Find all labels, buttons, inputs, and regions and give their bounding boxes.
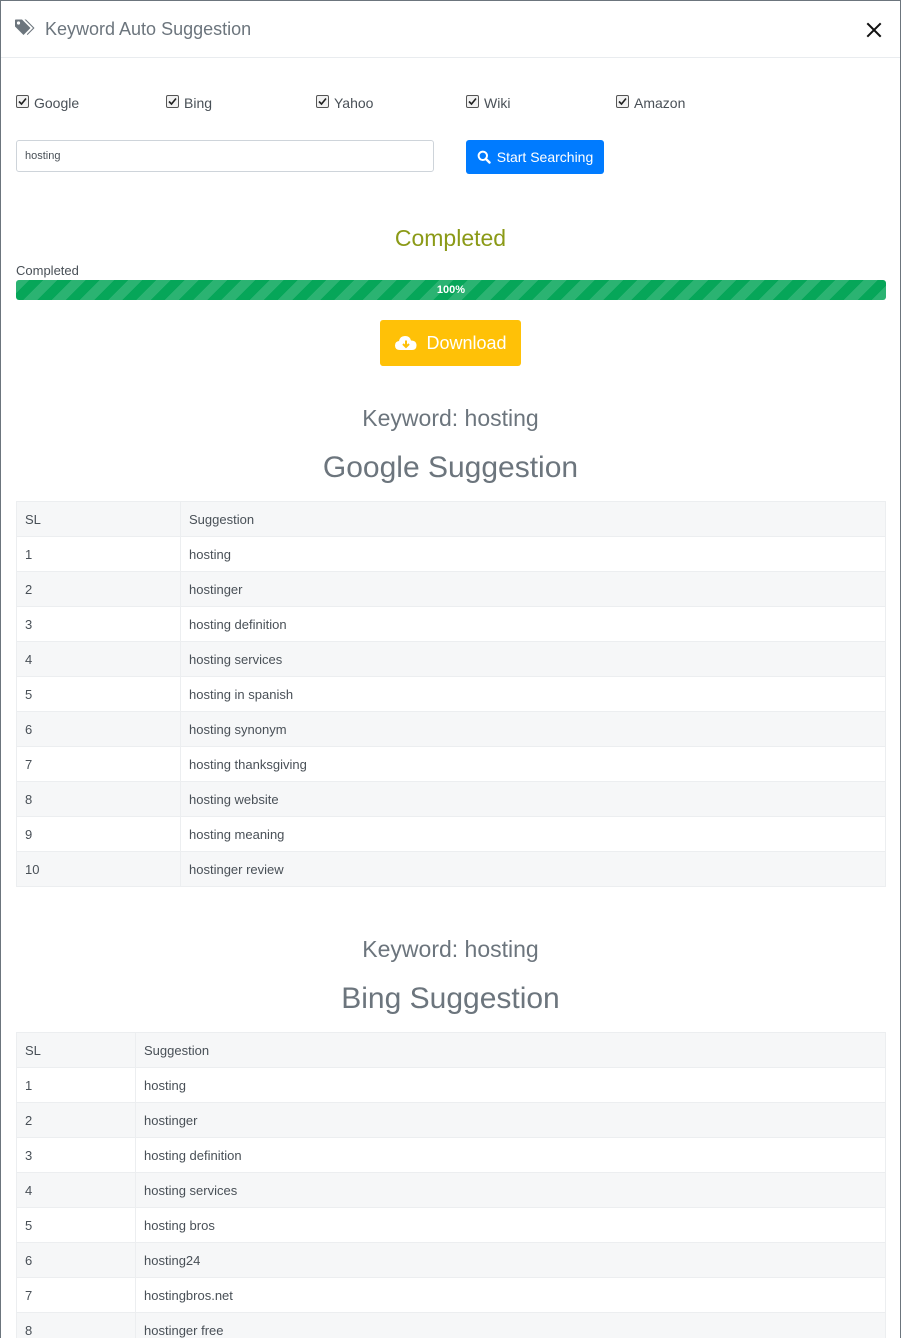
sl-cell: 1 [16, 1067, 136, 1103]
sl-cell: 8 [16, 781, 181, 817]
sl-cell: 2 [16, 1102, 136, 1138]
engine-label: Bing [184, 95, 213, 111]
sl-cell: 6 [16, 1242, 136, 1278]
table-row: 3 hosting definition [16, 606, 886, 642]
close-icon[interactable] [865, 21, 883, 39]
engine-label: Wiki [484, 95, 511, 111]
progress-bar: 100% [16, 280, 886, 300]
table-row: 7 hostingbros.net [16, 1277, 886, 1313]
sl-cell: 1 [16, 536, 181, 572]
progress-label: Completed [16, 263, 79, 278]
table-row: 2 hostinger [16, 1102, 886, 1138]
table-row: 7 hosting thanksgiving [16, 746, 886, 782]
google-keyword-heading: Keyword: hosting [362, 405, 539, 431]
engine-option-bing[interactable]: Bing [166, 94, 213, 111]
sl-cell: 8 [16, 1312, 136, 1338]
column-header-suggestion: Suggestion [135, 1032, 886, 1068]
checkbox-bing[interactable] [166, 94, 179, 108]
column-header-sl: SL [16, 1032, 136, 1068]
suggestion-cell: hosting thanksgiving [180, 746, 886, 782]
column-header-sl: SL [16, 501, 181, 537]
table-row: 4 hosting services [16, 1172, 886, 1208]
bing-suggestion-table: SL Suggestion 1 hosting 2 hostinger 3 hosti… [16, 1032, 886, 1338]
start-searching-button[interactable]: Start Searching [466, 140, 604, 174]
checkbox-amazon[interactable] [616, 94, 629, 108]
status-heading: Completed [394, 225, 507, 251]
sl-cell: 4 [16, 1172, 136, 1208]
checkbox-google[interactable] [16, 94, 29, 108]
google-suggestion-table: SL Suggestion 1 hosting 2 hostinger 3 hosti… [16, 501, 886, 887]
engine-label: Google [34, 95, 80, 111]
suggestion-cell: hosting24 [135, 1242, 886, 1278]
suggestion-cell: hosting meaning [180, 816, 886, 852]
progress-track: 100% [16, 280, 886, 300]
suggestion-cell: hosting [135, 1067, 886, 1103]
table-row: 5 hosting in spanish [16, 676, 886, 712]
sl-cell: 5 [16, 676, 181, 712]
table-row: 8 hostinger free [16, 1312, 886, 1338]
suggestion-cell: hostinger free [135, 1312, 886, 1338]
download-button[interactable]: Download [380, 320, 521, 366]
modal-header: Keyword Auto Suggestion [1, 1, 900, 58]
suggestion-cell: hosting bros [135, 1207, 886, 1243]
tags-icon [15, 19, 35, 35]
table-row: 8 hosting website [16, 781, 886, 817]
progress-text: 100% [436, 284, 466, 296]
suggestion-cell: hosting [180, 536, 886, 572]
cloud-download-icon [395, 336, 417, 350]
table-row: 3 hosting definition [16, 1137, 886, 1173]
table-row: 1 hosting [16, 1067, 886, 1103]
suggestion-cell: hosting in spanish [180, 676, 886, 712]
sl-cell: 5 [16, 1207, 136, 1243]
sl-cell: 7 [16, 1277, 136, 1313]
engine-option-google[interactable]: Google [16, 94, 80, 111]
suggestion-cell: hosting services [135, 1172, 886, 1208]
engine-label: Amazon [634, 95, 686, 111]
suggestion-cell: hostingbros.net [135, 1277, 886, 1313]
table-header-row: SL Suggestion [16, 1032, 886, 1068]
table-header-row: SL Suggestion [16, 501, 886, 537]
download-label: Download [426, 332, 507, 353]
suggestion-cell: hostinger [135, 1102, 886, 1138]
suggestion-cell: hostinger [180, 571, 886, 607]
suggestion-cell: hosting services [180, 641, 886, 677]
sl-cell: 3 [16, 1137, 136, 1173]
engine-option-wiki[interactable]: Wiki [466, 94, 511, 111]
sl-cell: 9 [16, 816, 181, 852]
modal: Keyword Auto Suggestion Google Bing Yaho… [0, 0, 901, 1338]
sl-cell: 4 [16, 641, 181, 677]
table-row: 1 hosting [16, 536, 886, 572]
table-row: 9 hosting meaning [16, 816, 886, 852]
table-row: 6 hosting synonym [16, 711, 886, 747]
suggestion-cell: hosting definition [180, 606, 886, 642]
engine-option-yahoo[interactable]: Yahoo [316, 94, 374, 111]
sl-cell: 6 [16, 711, 181, 747]
suggestion-cell: hosting synonym [180, 711, 886, 747]
sl-cell: 2 [16, 571, 181, 607]
suggestion-cell: hosting website [180, 781, 886, 817]
keyword-input[interactable] [16, 140, 434, 172]
column-header-suggestion: Suggestion [180, 501, 886, 537]
google-section-title: Google Suggestion [322, 451, 579, 484]
sl-cell: 7 [16, 746, 181, 782]
table-row: 4 hosting services [16, 641, 886, 677]
checkbox-yahoo[interactable] [316, 94, 329, 108]
table-row: 2 hostinger [16, 571, 886, 607]
table-row: 10 hostinger review [16, 851, 886, 887]
suggestion-cell: hostinger review [180, 851, 886, 887]
search-icon [477, 150, 491, 164]
table-row: 6 hosting24 [16, 1242, 886, 1278]
checkbox-wiki[interactable] [466, 94, 479, 108]
bing-section-title: Bing Suggestion [341, 982, 560, 1015]
sl-cell: 3 [16, 606, 181, 642]
start-searching-label: Start Searching [496, 149, 594, 165]
sl-cell: 10 [16, 851, 181, 887]
table-row: 5 hosting bros [16, 1207, 886, 1243]
suggestion-cell: hosting definition [135, 1137, 886, 1173]
modal-title: Keyword Auto Suggestion [45, 19, 252, 39]
engine-checkbox-row: Google Bing Yahoo Wiki Amazon [1, 94, 900, 115]
bing-keyword-heading: Keyword: hosting [362, 936, 539, 962]
engine-option-amazon[interactable]: Amazon [616, 94, 686, 111]
engine-label: Yahoo [334, 95, 374, 111]
